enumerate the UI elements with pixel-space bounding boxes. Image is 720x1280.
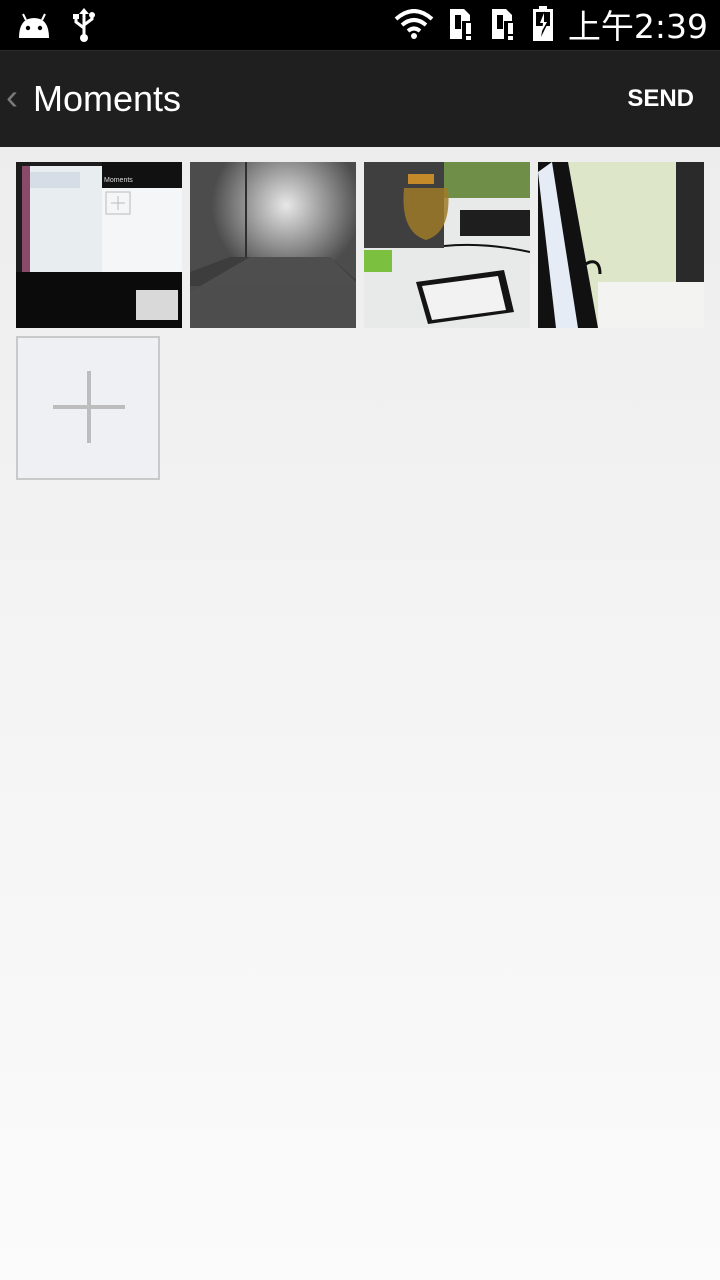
android-icon [16, 10, 52, 45]
photo-thumbnail-3[interactable] [364, 162, 530, 328]
action-bar: ‹ Moments SEND [0, 50, 720, 147]
page-title[interactable]: Moments [33, 77, 181, 121]
usb-icon [72, 8, 96, 47]
photo-thumbnail-1[interactable]: Moments [16, 162, 182, 328]
battery-charging-icon [532, 6, 554, 47]
status-time: 上午2:39 [567, 6, 708, 46]
back-chevron-icon[interactable]: ‹ [6, 77, 28, 117]
send-button[interactable]: SEND [627, 83, 694, 115]
wifi-icon [394, 9, 434, 44]
add-photo-button[interactable] [16, 336, 160, 480]
status-bar: 上午2:39 [0, 0, 720, 50]
photo-thumbnail-4[interactable] [538, 162, 704, 328]
svg-text:Moments: Moments [104, 177, 133, 184]
photo-thumbnail-2[interactable] [190, 162, 356, 328]
sim2-alert-icon [490, 7, 518, 46]
sim1-alert-icon [448, 7, 476, 46]
